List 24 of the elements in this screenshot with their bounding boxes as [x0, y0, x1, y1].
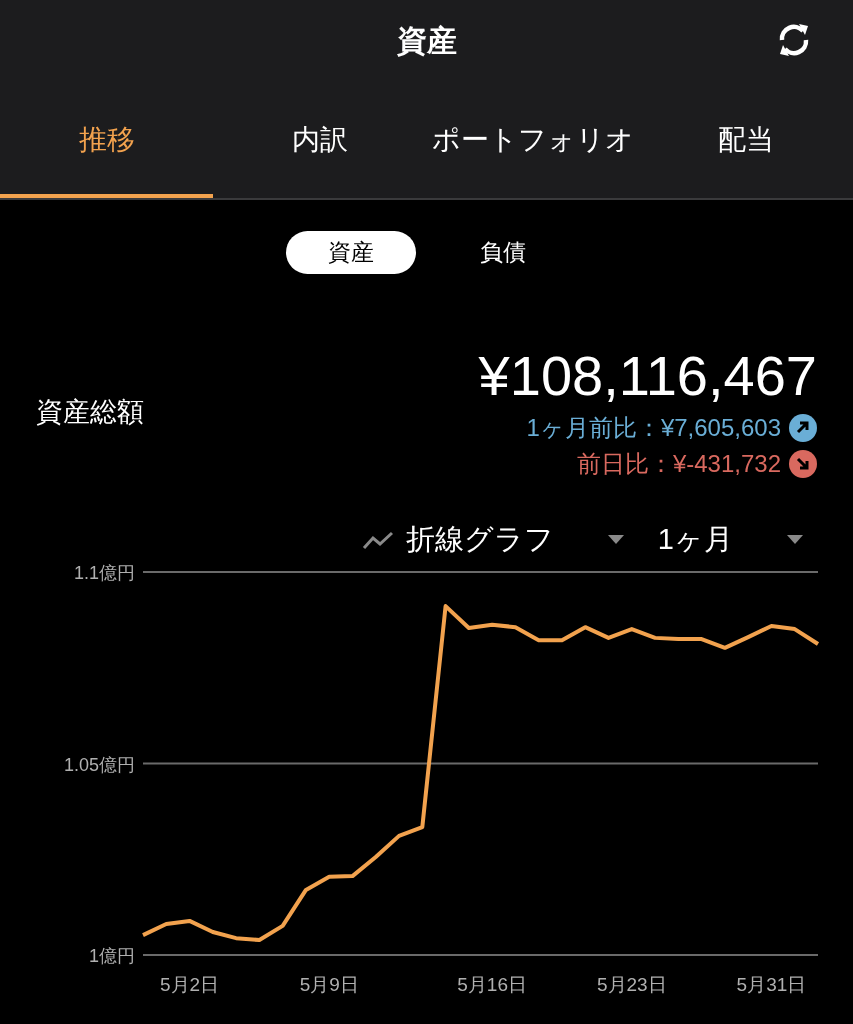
axis-label: 5月31日 [736, 974, 807, 995]
tab[interactable]: 配当 [639, 82, 853, 198]
tab[interactable]: ポートフォリオ [426, 82, 640, 198]
axis-label: 1.05億円 [63, 754, 135, 775]
screen-title: 資産 [396, 22, 457, 59]
caret-icon [607, 535, 624, 545]
line-chart-icon [361, 530, 394, 550]
caret-icon [787, 535, 803, 545]
segment-button[interactable]: 負債 [437, 231, 568, 274]
axis-label: 5月9日 [299, 974, 359, 995]
tab[interactable]: 推移 [0, 82, 214, 198]
period-dropdown[interactable]: 1ヶ月 [657, 520, 733, 560]
axis-label: 5月2日 [160, 974, 220, 995]
change-text: 1ヶ月前比：¥7,605,603 [526, 413, 781, 443]
tab[interactable]: 内訳 [213, 82, 427, 198]
axis-label: 5月16日 [457, 974, 527, 995]
axis-label: 5月23日 [596, 974, 667, 995]
total-amount: ¥108,116,467 [478, 344, 817, 408]
segment-button[interactable]: 資産 [285, 231, 416, 274]
chart-type-dropdown[interactable]: 折線グラフ [405, 520, 554, 560]
axis-label: 1億円 [89, 946, 135, 966]
total-label: 資産総額 [36, 396, 144, 429]
change-text: 前日比：¥-431,732 [576, 449, 781, 479]
axis-label: 1.1億円 [73, 563, 135, 583]
